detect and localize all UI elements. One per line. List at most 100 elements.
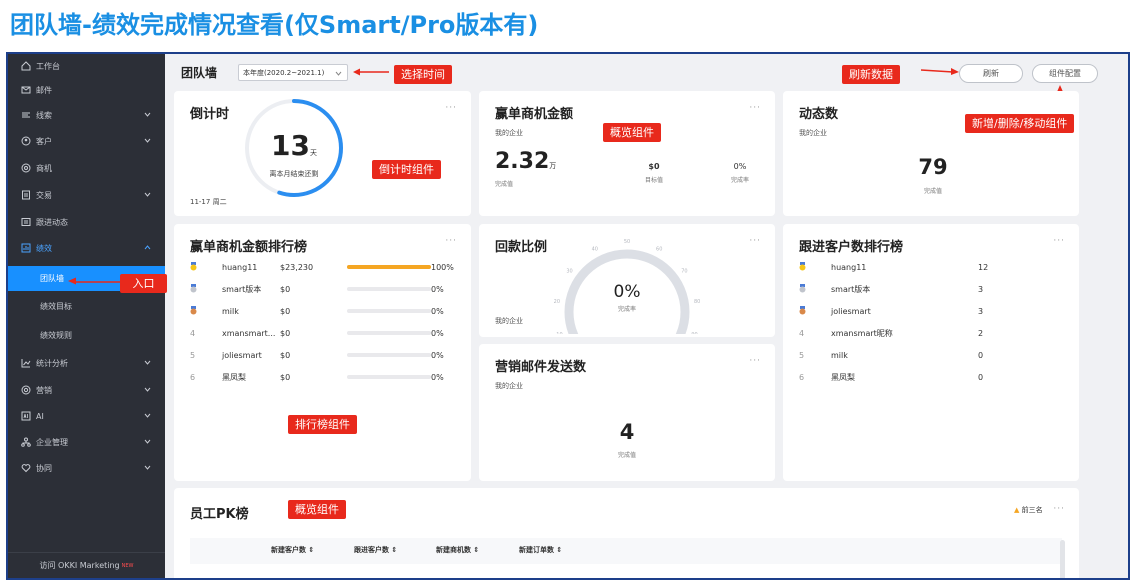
mail-value-label: 完成值	[617, 452, 636, 459]
sidebar-item-deals[interactable]: 交易	[8, 184, 165, 206]
pk-col-header[interactable]: 新建订单数 ⇕	[519, 545, 562, 555]
countdown-number: 13	[271, 129, 310, 162]
sidebar-item-mail[interactable]: 邮件	[8, 79, 165, 101]
mail-value: 4	[619, 420, 635, 444]
payback-value: 0%	[613, 282, 641, 302]
customer-icon	[20, 136, 31, 147]
scrollbar[interactable]	[1060, 540, 1065, 578]
sidebar-item-workbench[interactable]: 工作台	[8, 55, 165, 77]
callout-ranking-widget: 排行榜组件	[288, 415, 357, 434]
ranking-percent: 0%	[431, 328, 444, 338]
ranking-name: smart版本	[222, 284, 262, 294]
pk-col-header[interactable]: 新建客户数 ⇕	[271, 545, 314, 555]
new-badge: NEW	[121, 562, 134, 569]
countdown-unit: 天	[309, 149, 317, 157]
ranking-name: joliesmart	[831, 306, 871, 316]
toolbar: 团队墙 本年度(2020.2~2021.1) 选择时间 刷新数据 刷新 组件配置	[165, 54, 1128, 111]
chevron-up-icon	[144, 243, 151, 252]
widget-config-button[interactable]: 组件配置	[1032, 64, 1098, 83]
sidebar-item-performance-rules[interactable]: 绩效规则	[8, 323, 165, 348]
ranking-name: milk	[831, 350, 848, 360]
top3-filter[interactable]: ▲ 前三名	[1014, 505, 1043, 515]
sidebar-item-leads[interactable]: 线索	[8, 104, 165, 126]
mail-title: 营销邮件发送数	[495, 360, 587, 375]
ranking-row: joliesmart 3	[799, 304, 1059, 318]
chevron-down-icon	[144, 385, 151, 394]
progress-fill	[347, 265, 431, 269]
ranking-row: huang11 $23,230 100%	[190, 260, 455, 274]
pk-col-header[interactable]: 新建商机数 ⇕	[436, 545, 479, 555]
period-select[interactable]: 本年度(2020.2~2021.1)	[238, 64, 348, 81]
win-amount-target: $0	[648, 162, 660, 171]
gauge-tick-label: 90	[691, 332, 697, 334]
sidebar-item-enterprise[interactable]: 企业管理	[8, 431, 165, 453]
sidebar-item-label: 企业管理	[36, 437, 68, 447]
activity-value: 79	[918, 155, 948, 179]
sidebar-item-customers[interactable]: 客户	[8, 130, 165, 152]
more-icon[interactable]: ···	[445, 236, 457, 246]
refresh-button[interactable]: 刷新	[959, 64, 1023, 83]
progress-bar	[347, 331, 431, 335]
win-amount-title: 赢单商机金额	[495, 107, 574, 122]
sidebar-item-performance[interactable]: 绩效	[8, 237, 165, 259]
sidebar-item-label: 团队墙	[40, 274, 64, 283]
sidebar-item-label: 绩效规则	[40, 331, 72, 340]
chevron-down-icon	[335, 70, 342, 78]
ranking-percent: 0%	[431, 372, 444, 382]
more-icon[interactable]: ···	[749, 236, 761, 246]
callout-refresh-data: 刷新数据	[842, 65, 900, 84]
payback-label: 完成率	[617, 306, 636, 313]
rank-number: 4	[799, 328, 805, 338]
okki-marketing-link[interactable]: 访问 OKKI Marketing NEW	[8, 552, 165, 578]
sidebar-item-opportunities[interactable]: 商机	[8, 157, 165, 179]
ranking-amount: $23,230	[280, 262, 314, 272]
rank-number: 5	[190, 350, 196, 360]
ranking-count: 3	[978, 284, 984, 294]
more-icon[interactable]: ···	[1053, 236, 1065, 246]
sidebar-item-marketing[interactable]: 营销	[8, 379, 165, 401]
countdown-date: 11-17 周二	[190, 198, 227, 206]
sidebar-item-performance-target[interactable]: 绩效目标	[8, 294, 165, 319]
callout-countdown-widget: 倒计时组件	[372, 160, 441, 179]
win-ranking-card: 赢单商机金额排行榜 ··· huang11 $23,230 100% smart版本 $…	[174, 224, 471, 481]
win-amount-value: 2.32	[495, 149, 550, 174]
medal-icon	[190, 305, 200, 317]
sidebar-item-ai[interactable]: AI	[8, 405, 165, 427]
activity-title: 动态数	[799, 107, 839, 122]
chevron-down-icon	[144, 358, 151, 367]
chart-icon	[20, 358, 31, 369]
ranking-amount: $0	[280, 284, 291, 294]
sidebar-item-analytics[interactable]: 统计分析	[8, 352, 165, 374]
page-title: 团队墙-绩效完成情况查看(仅Smart/Pro版本有)	[10, 11, 539, 39]
ranking-name: smart版本	[831, 284, 871, 294]
activity-value-label: 完成值	[923, 188, 942, 195]
sidebar-item-label: 绩效	[36, 243, 52, 253]
chevron-down-icon	[144, 437, 151, 446]
progress-bar	[347, 265, 431, 269]
progress-bar	[347, 375, 431, 379]
more-icon[interactable]: ···	[1053, 504, 1065, 514]
ranking-name: huang11	[222, 262, 258, 272]
home-icon	[20, 61, 31, 72]
more-icon[interactable]: ···	[749, 103, 761, 113]
chevron-down-icon	[144, 463, 151, 472]
sidebar-item-label: 营销	[36, 385, 52, 395]
followup-icon	[20, 217, 31, 228]
ranking-row: 4 xmansmart... $0 0%	[190, 326, 455, 340]
more-icon[interactable]: ···	[749, 356, 761, 366]
pk-board-title: 员工PK榜	[190, 507, 249, 522]
ranking-name: milk	[222, 306, 239, 316]
arrow-icon	[68, 277, 120, 285]
win-amount-rate: 0%	[733, 162, 747, 171]
sidebar-item-collaboration[interactable]: 协同	[8, 457, 165, 479]
chevron-down-icon	[144, 411, 151, 420]
chevron-down-icon	[144, 136, 151, 145]
rank-number: 5	[799, 350, 805, 360]
followup-ranking-card: 跟进客户数排行榜 ··· huang11 12 smart版本 3 joliesmart…	[783, 224, 1079, 481]
top3-label: 前三名	[1021, 506, 1043, 514]
payback-card: 回款比例 ··· 0102030405060708090100 0% 完成率 我…	[479, 224, 775, 337]
more-icon[interactable]: ···	[445, 103, 457, 113]
sidebar-item-followup[interactable]: 跟进动态	[8, 211, 165, 233]
ranking-name: 黑凤梨	[222, 372, 246, 382]
pk-col-header[interactable]: 跟进客户数 ⇕	[354, 545, 397, 555]
